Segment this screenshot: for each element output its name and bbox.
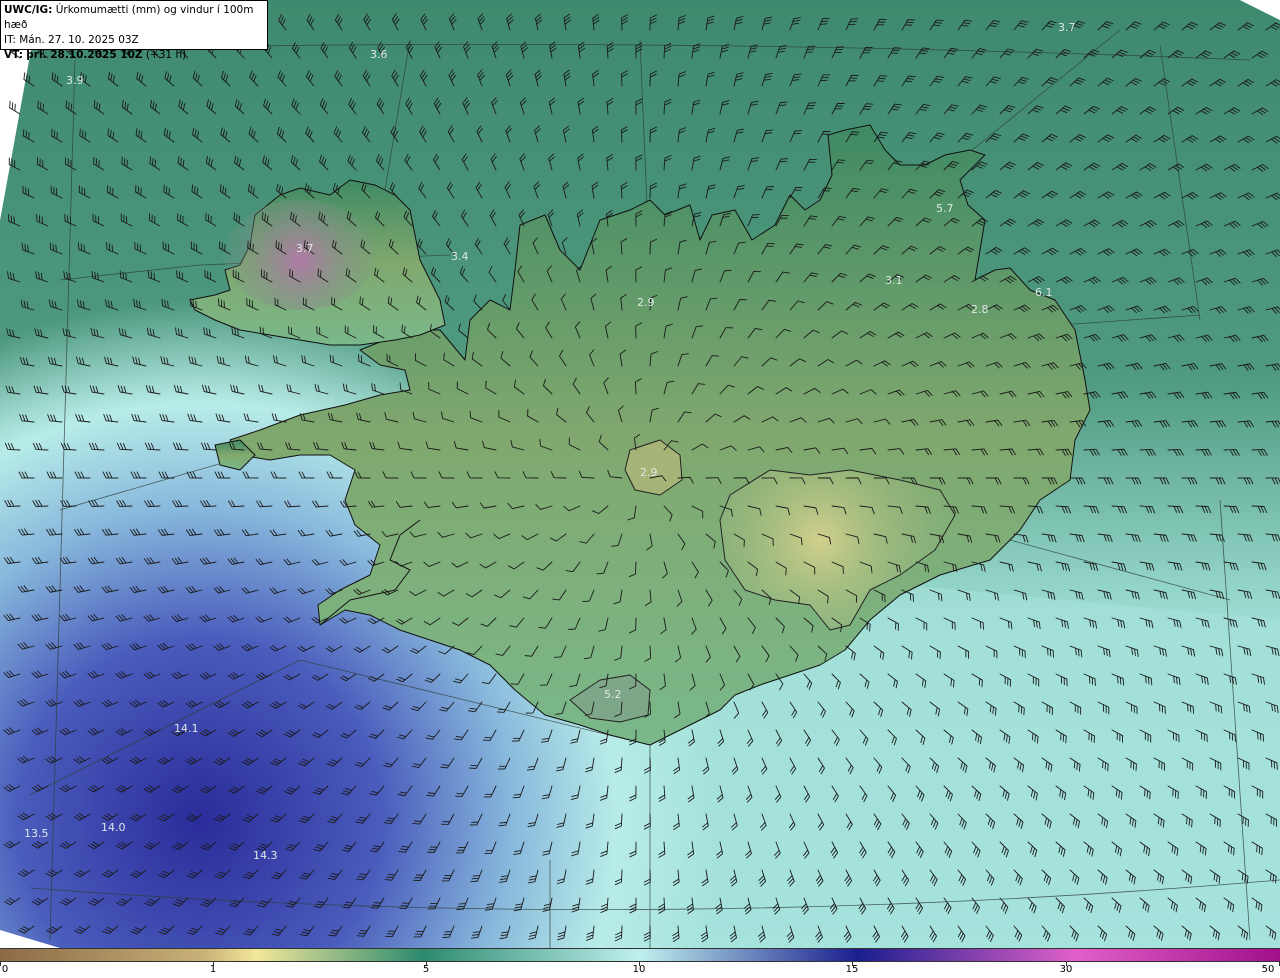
point-value: 14.1 [174, 722, 199, 735]
point-value: 2.9 [637, 296, 655, 309]
point-value: 2.8 [971, 303, 989, 316]
point-value: 6.1 [1035, 286, 1053, 299]
colorbar-label: 1 [209, 964, 217, 975]
valid-label: VT: [4, 49, 23, 61]
valid-time: VT: þri. 28.10.2025 10Z (+31 h) [4, 48, 264, 63]
point-value: 3.9 [66, 74, 84, 87]
westfjords-highland [225, 200, 375, 310]
point-value: 3.6 [370, 48, 388, 61]
point-value: 13.5 [24, 827, 49, 840]
colorbar-label: 0 [1, 964, 9, 975]
point-value: 3.7 [296, 242, 314, 255]
valid-datetime: þri. 28.10.2025 10Z [26, 49, 143, 61]
point-value: 14.3 [253, 849, 278, 862]
colorbar-label: 10 [632, 964, 646, 975]
point-value: 14.0 [101, 821, 126, 834]
model-label: UWC/IG: [4, 4, 53, 16]
colorbar-label: 30 [1059, 964, 1073, 975]
init-time: IT: Mán. 27. 10. 2025 03Z [4, 34, 139, 46]
colorbar-strip [0, 948, 1280, 962]
forecast-lead: (+31 h) [145, 49, 187, 61]
point-value: 3.7 [1058, 21, 1076, 34]
point-value: 3.4 [451, 250, 469, 263]
map-svg: 3.9 3.6 3.7 3.7 3.4 2.9 3.1 5.7 2.8 6.1 … [0, 0, 1280, 948]
colorbar-label: 15 [845, 964, 859, 975]
point-value: 5.7 [936, 202, 954, 215]
colorbar-label: 5 [422, 964, 430, 975]
point-value: 3.1 [885, 274, 903, 287]
colorbar: 0 1 5 10 15 30 50 [0, 948, 1280, 978]
colorbar-label: 50 [1261, 964, 1275, 975]
point-value: 5.2 [604, 688, 622, 701]
map-canvas[interactable]: 3.9 3.6 3.7 3.7 3.4 2.9 3.1 5.7 2.8 6.1 … [0, 0, 1280, 948]
map-info-box: UWC/IG: Úrkomumætti (mm) og vindur í 100… [0, 0, 268, 61]
map-title: UWC/IG: Úrkomumætti (mm) og vindur í 100… [4, 3, 264, 33]
point-value: 2.9 [640, 466, 658, 479]
